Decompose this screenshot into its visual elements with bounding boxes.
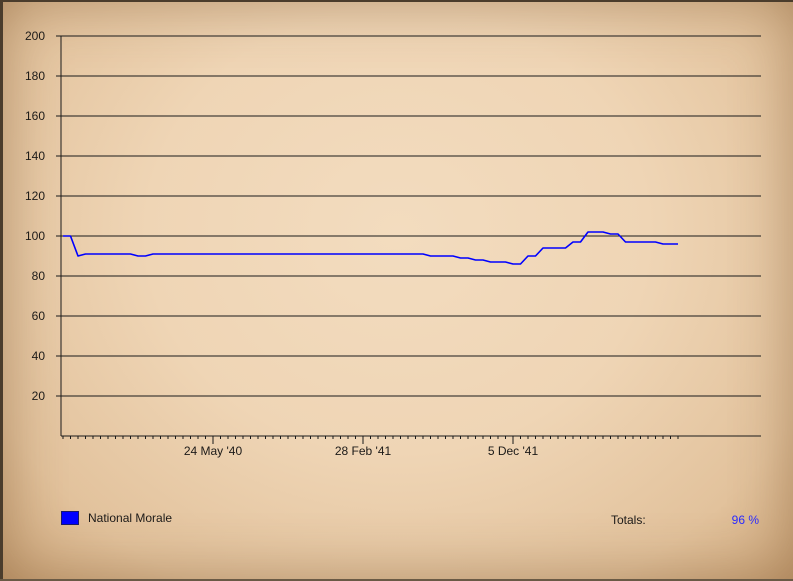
y-tick-label: 200 bbox=[25, 29, 45, 43]
y-tick-label: 80 bbox=[32, 269, 46, 283]
y-tick-label: 40 bbox=[32, 349, 46, 363]
x-axis-labels: 24 May '40 28 Feb '41 5 Dec '41 bbox=[184, 444, 539, 458]
y-tick-label: 100 bbox=[25, 229, 45, 243]
y-axis-labels: 20 40 60 80 100 120 140 160 180 200 bbox=[25, 29, 45, 403]
y-tick-label: 60 bbox=[32, 309, 46, 323]
chart-panel: 20 40 60 80 100 120 140 160 180 200 24 May '40 28 … bbox=[0, 0, 793, 579]
series-line-national-morale bbox=[63, 231, 678, 265]
morale-chart: 20 40 60 80 100 120 140 160 180 200 24 May '40 28 … bbox=[25, 29, 761, 458]
y-tick-label: 20 bbox=[32, 389, 46, 403]
totals-label: Totals: bbox=[611, 513, 646, 527]
legend: National Morale bbox=[61, 511, 172, 525]
legend-swatch bbox=[61, 511, 79, 525]
legend-label: National Morale bbox=[88, 511, 173, 525]
y-tick-label: 120 bbox=[25, 189, 45, 203]
grid-lines bbox=[56, 35, 761, 397]
x-tick-label: 24 May '40 bbox=[184, 444, 243, 458]
x-tick-label: 5 Dec '41 bbox=[488, 444, 539, 458]
series-group bbox=[63, 231, 678, 265]
y-tick-label: 180 bbox=[25, 69, 45, 83]
totals-value: 96 % bbox=[731, 513, 759, 527]
x-axis-ticks bbox=[62, 436, 679, 444]
y-tick-label: 160 bbox=[25, 109, 45, 123]
y-tick-label: 140 bbox=[25, 149, 45, 163]
x-tick-label: 28 Feb '41 bbox=[335, 444, 392, 458]
